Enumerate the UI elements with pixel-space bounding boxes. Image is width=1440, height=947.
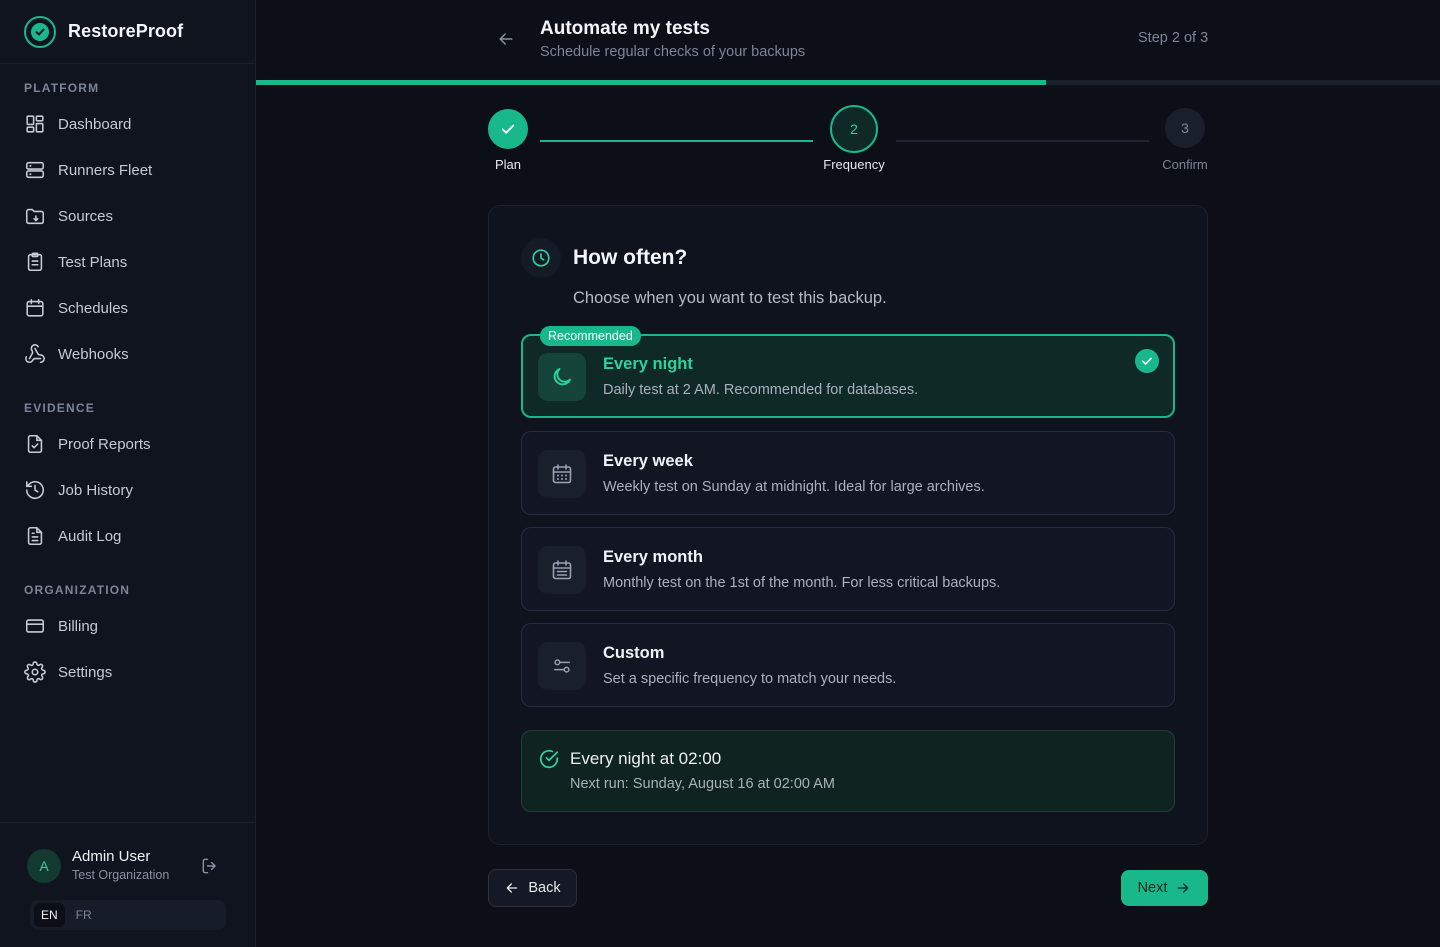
card-subtitle: Choose when you want to test this backup… xyxy=(573,289,887,307)
nav-section-platform: PLATFORM xyxy=(24,81,100,95)
progress-bar xyxy=(256,80,1440,85)
sidebar-item-label: Settings xyxy=(58,663,113,681)
summary-title: Every night at 02:00 xyxy=(570,749,722,768)
back-button[interactable]: Back xyxy=(488,869,577,907)
calendar-week-icon xyxy=(538,450,586,498)
sidebar-item-label: Billing xyxy=(58,617,99,635)
calendar-icon xyxy=(26,298,44,317)
folder-icon xyxy=(25,208,45,225)
page-header: Automate my tests Schedule regular check… xyxy=(256,0,1440,81)
step-frequency-label: Frequency xyxy=(823,157,885,172)
option-description: Weekly test on Sunday at midnight. Ideal… xyxy=(603,479,985,495)
arrow-right-icon xyxy=(1178,883,1189,893)
dashboard-icon xyxy=(26,115,44,133)
next-button[interactable]: Next xyxy=(1121,870,1208,906)
history-icon xyxy=(25,480,45,499)
sidebar-item-label: Sources xyxy=(58,207,114,225)
credit-card-icon xyxy=(25,619,45,633)
sidebar-item-proof-reports[interactable]: Proof Reports xyxy=(12,424,244,464)
arrow-left-icon xyxy=(507,883,518,893)
circle-check-icon xyxy=(539,749,559,769)
option-description: Set a specific frequency to match your n… xyxy=(603,671,897,687)
brand-logo-icon xyxy=(24,15,56,48)
nav-section-evidence: EVIDENCE xyxy=(24,401,95,415)
recommended-badge: Recommended xyxy=(540,326,641,346)
server-icon xyxy=(25,161,45,179)
option-title: Custom xyxy=(603,644,665,662)
selected-check-icon xyxy=(1135,349,1159,373)
moon-icon xyxy=(538,353,586,401)
sidebar-item-label: Webhooks xyxy=(58,345,129,363)
step-plan-circle xyxy=(488,109,528,149)
brand[interactable]: RestoreProof xyxy=(0,0,255,64)
sidebar-item-label: Runners Fleet xyxy=(58,161,153,179)
card-title: How often? xyxy=(573,246,688,269)
sidebar-item-label: Test Plans xyxy=(58,253,128,271)
file-text-icon xyxy=(27,526,43,546)
back-button-label: Back xyxy=(528,880,561,896)
sidebar-item-webhooks[interactable]: Webhooks xyxy=(12,334,244,374)
step-confirm-label: Confirm xyxy=(1162,157,1208,172)
sidebar-item-label: Dashboard xyxy=(58,115,132,133)
option-description: Monthly test on the 1st of the month. Fo… xyxy=(603,575,1001,591)
sidebar-item-test-plans[interactable]: Test Plans xyxy=(12,242,244,282)
brand-name: RestoreProof xyxy=(68,21,184,41)
user-name: Admin User xyxy=(72,848,151,865)
page-title: Automate my tests xyxy=(540,18,710,39)
option-every-month[interactable]: Every month Monthly test on the 1st of t… xyxy=(521,527,1175,611)
option-title: Every month xyxy=(603,548,703,566)
stepper-line-done xyxy=(540,140,813,142)
avatar[interactable]: A xyxy=(27,849,61,883)
sliders-icon xyxy=(538,642,586,690)
step-indicator: Step 2 of 3 xyxy=(1138,30,1209,46)
sidebar-item-settings[interactable]: Settings xyxy=(12,652,244,692)
next-button-label: Next xyxy=(1137,880,1168,896)
page-subtitle: Schedule regular checks of your backups xyxy=(540,44,806,60)
nav-section-organization: ORGANIZATION xyxy=(24,583,131,597)
language-switcher: EN FR xyxy=(30,900,226,930)
gear-icon xyxy=(24,661,46,683)
schedule-summary: Every night at 02:00 Next run: Sunday, A… xyxy=(521,730,1175,812)
sidebar-item-runners-fleet[interactable]: Runners Fleet xyxy=(12,150,244,190)
language-en-button[interactable]: EN xyxy=(34,903,65,927)
stepper-line-upcoming xyxy=(896,140,1149,142)
clipboard-icon xyxy=(27,252,43,272)
sidebar-item-sources[interactable]: Sources xyxy=(12,196,244,236)
back-arrow-icon[interactable] xyxy=(496,29,516,49)
webhook-icon xyxy=(25,344,45,364)
frequency-card: How often? Choose when you want to test … xyxy=(488,205,1208,845)
file-check-icon xyxy=(27,434,43,454)
option-description: Daily test at 2 AM. Recommended for data… xyxy=(603,382,919,398)
sidebar-item-job-history[interactable]: Job History xyxy=(12,470,244,510)
option-custom[interactable]: Custom Set a specific frequency to match… xyxy=(521,623,1175,707)
option-title: Every night xyxy=(603,355,693,373)
check-icon xyxy=(501,124,515,134)
option-every-night[interactable]: Recommended Every night Daily test at 2 … xyxy=(521,326,1175,418)
sidebar-item-label: Proof Reports xyxy=(58,435,151,453)
summary-next-run: Next run: Sunday, August 16 at 02:00 AM xyxy=(570,776,835,792)
sidebar-item-label: Audit Log xyxy=(58,527,122,545)
user-organization: Test Organization xyxy=(72,868,170,882)
progress-fill xyxy=(256,80,1046,85)
option-every-week[interactable]: Every week Weekly test on Sunday at midn… xyxy=(521,431,1175,515)
sidebar: RestoreProof PLATFORM Dashboard Runners … xyxy=(0,0,256,947)
sidebar-item-audit-log[interactable]: Audit Log xyxy=(12,516,244,556)
sidebar-item-billing[interactable]: Billing xyxy=(12,606,244,646)
step-plan-label: Plan xyxy=(494,157,522,172)
sidebar-item-label: Job History xyxy=(58,481,134,499)
clock-icon xyxy=(521,238,561,278)
step-frequency-circle: 2 xyxy=(830,105,878,153)
sidebar-item-dashboard[interactable]: Dashboard xyxy=(12,104,244,144)
option-title: Every week xyxy=(603,452,693,470)
sidebar-item-schedules[interactable]: Schedules xyxy=(12,288,244,328)
sidebar-item-label: Schedules xyxy=(58,299,129,317)
logout-icon[interactable] xyxy=(200,856,220,876)
user-area: A Admin User Test Organization EN FR xyxy=(0,822,256,947)
calendar-month-icon xyxy=(538,546,586,594)
step-confirm-circle: 3 xyxy=(1165,108,1205,148)
language-fr-button[interactable]: FR xyxy=(69,903,99,927)
